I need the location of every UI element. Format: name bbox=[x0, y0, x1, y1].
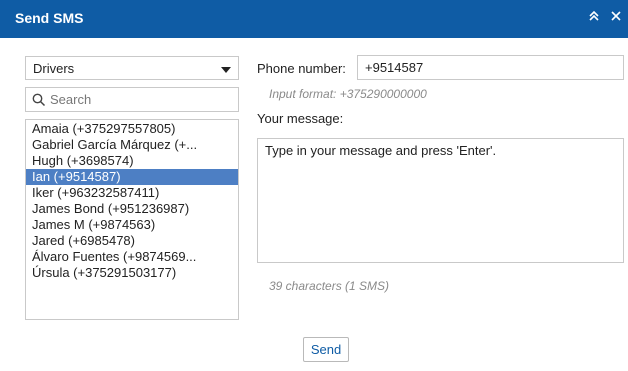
contact-item-amaia[interactable]: Amaia (+375297557805) bbox=[26, 121, 238, 137]
contact-item-james-m[interactable]: James M (+9874563) bbox=[26, 217, 238, 233]
phone-number-input[interactable] bbox=[357, 55, 624, 80]
dialog-title: Send SMS bbox=[15, 10, 84, 26]
close-icon[interactable] bbox=[607, 9, 625, 27]
dropdown-caret-icon bbox=[221, 67, 231, 73]
title-bar: Send SMS bbox=[0, 0, 628, 38]
double-chevron-up-icon-shape bbox=[589, 10, 599, 21]
contact-item-iker[interactable]: Iker (+963232587411) bbox=[26, 185, 238, 201]
contact-item-gabriel[interactable]: Gabriel García Márquez (+... bbox=[26, 137, 238, 153]
search-input[interactable] bbox=[50, 90, 230, 109]
contact-search[interactable] bbox=[25, 87, 239, 112]
contact-list[interactable]: Amaia (+375297557805) Gabriel García Már… bbox=[25, 119, 239, 320]
recipient-group-value: Drivers bbox=[33, 61, 75, 76]
message-textarea[interactable] bbox=[257, 138, 624, 263]
contact-item-ursula[interactable]: Úrsula (+375291503177) bbox=[26, 265, 238, 281]
character-count: 39 characters (1 SMS) bbox=[269, 279, 390, 293]
contact-item-alvaro[interactable]: Álvaro Fuentes (+9874569... bbox=[26, 249, 238, 265]
send-sms-dialog: Send SMS Drivers Amaia (+375297557805) G… bbox=[0, 0, 628, 371]
send-button[interactable]: Send bbox=[303, 337, 349, 362]
close-icon-shape bbox=[611, 11, 621, 21]
search-icon bbox=[32, 93, 46, 107]
phone-format-hint: Input format: +375290000000 bbox=[269, 87, 427, 101]
phone-number-label: Phone number: bbox=[257, 61, 346, 76]
contact-item-james-bond[interactable]: James Bond (+951236987) bbox=[26, 201, 238, 217]
contact-item-jared[interactable]: Jared (+6985478) bbox=[26, 233, 238, 249]
double-chevron-up-icon[interactable] bbox=[585, 9, 603, 27]
recipient-group-select[interactable]: Drivers bbox=[25, 56, 239, 80]
message-label: Your message: bbox=[257, 111, 344, 126]
contact-item-hugh[interactable]: Hugh (+3698574) bbox=[26, 153, 238, 169]
contact-item-ian-selected[interactable]: Ian (+9514587) bbox=[26, 169, 238, 185]
